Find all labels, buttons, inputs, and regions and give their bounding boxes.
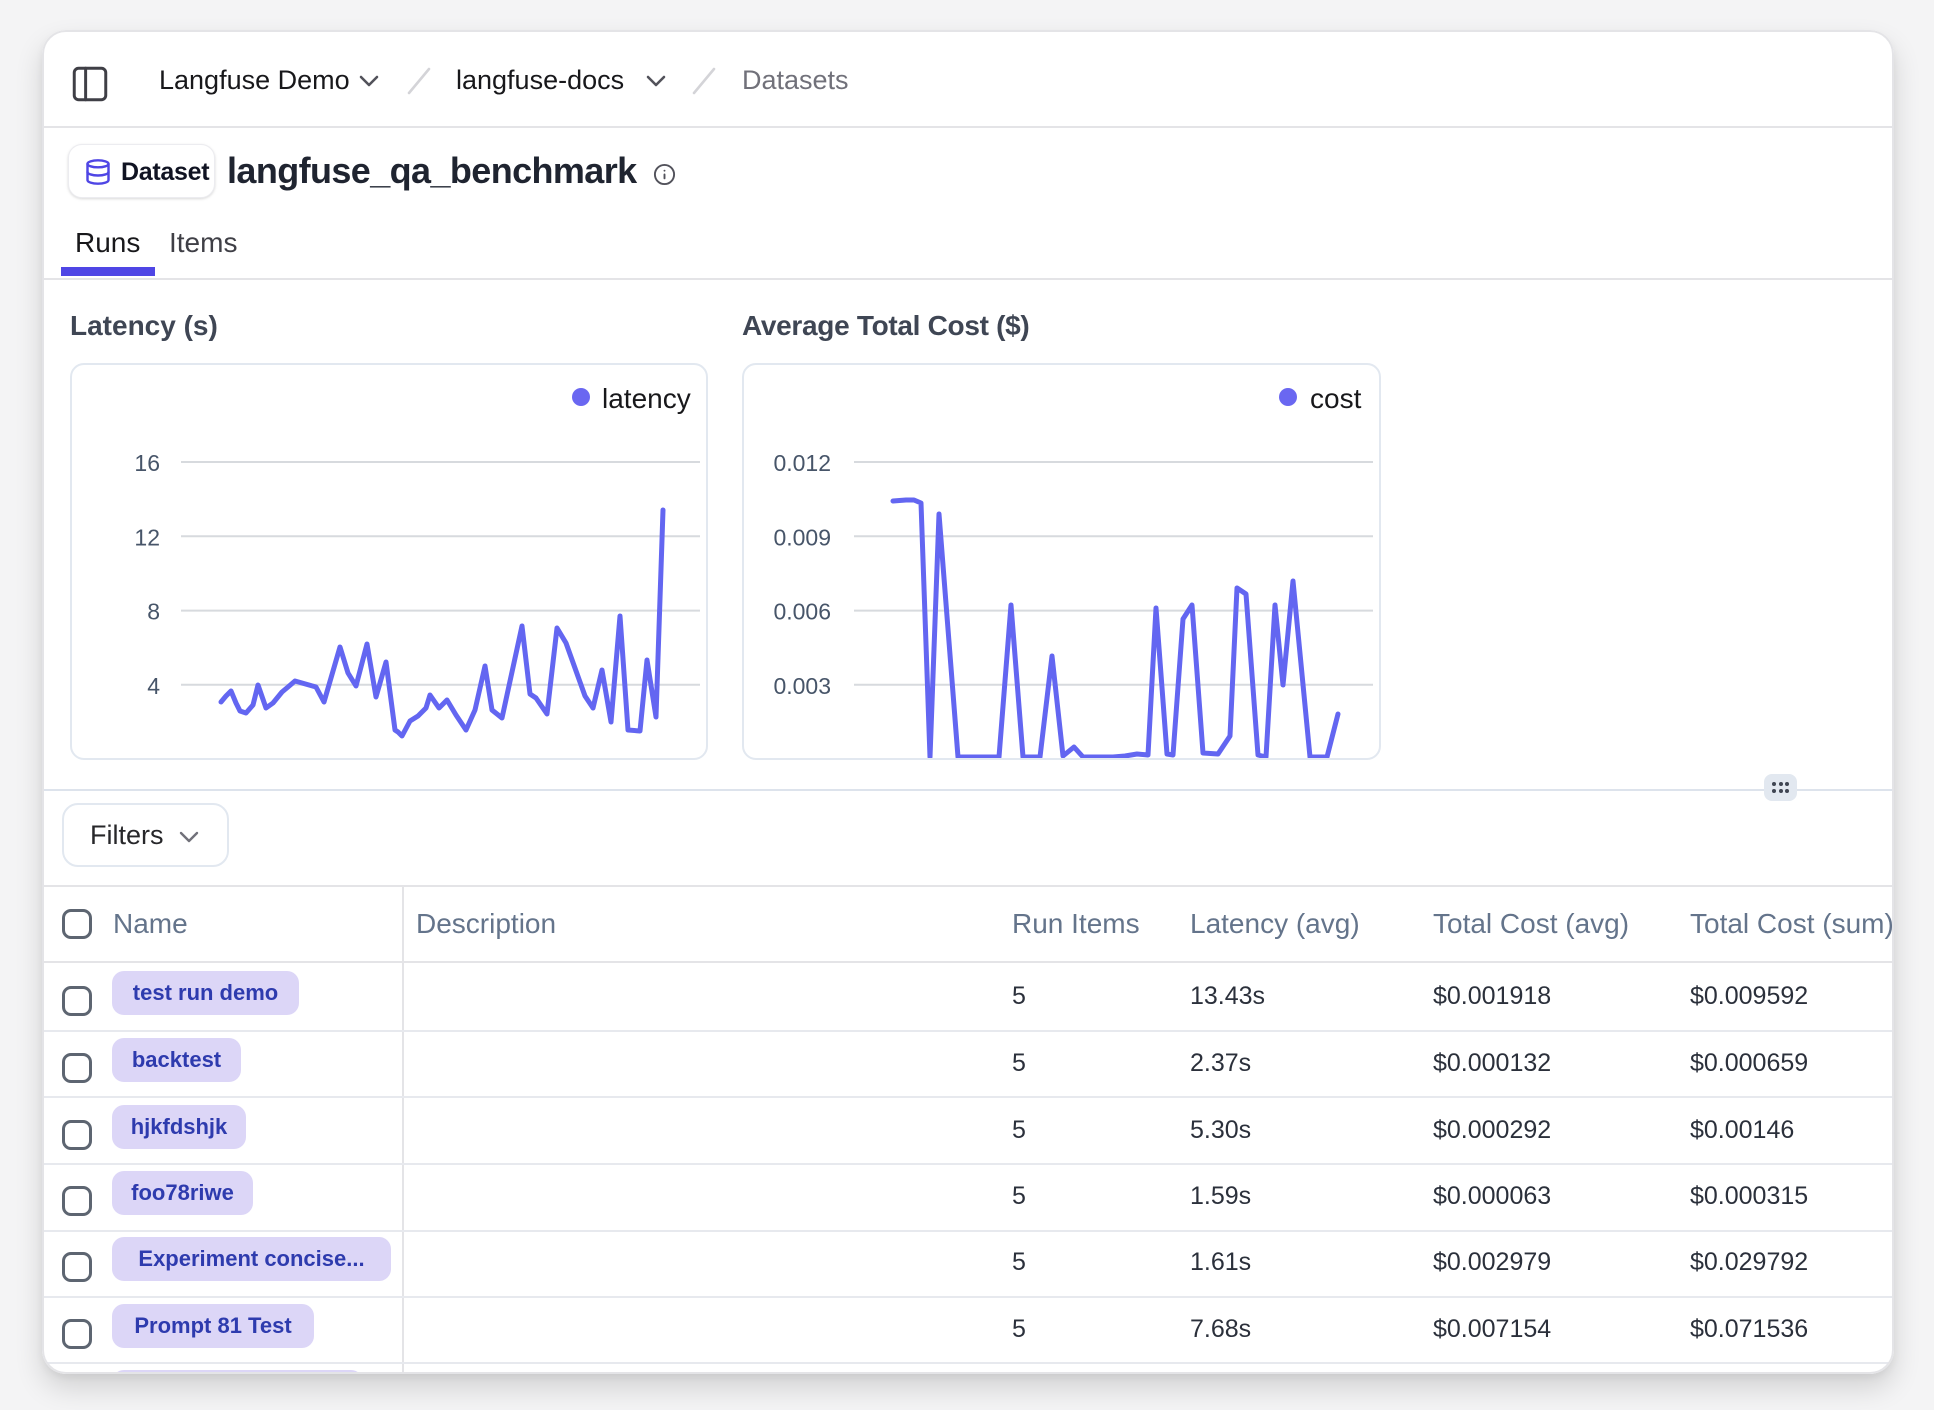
svg-text:8: 8 [147,599,160,625]
svg-text:12: 12 [134,524,160,550]
svg-text:0.003: 0.003 [773,673,831,699]
svg-text:latency: latency [602,383,691,414]
svg-text:0.012: 0.012 [773,450,831,476]
svg-text:0.006: 0.006 [773,599,831,625]
svg-text:0.009: 0.009 [773,524,831,550]
svg-text:cost: cost [1310,383,1362,414]
svg-text:4: 4 [147,673,160,699]
svg-text:16: 16 [134,450,160,476]
